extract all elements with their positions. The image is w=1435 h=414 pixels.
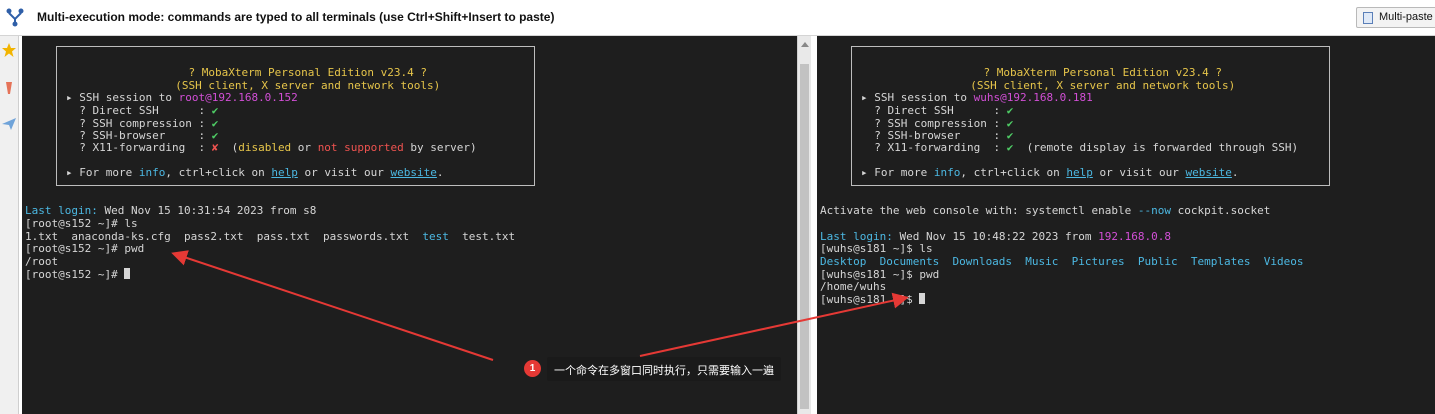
annotation-callout: 一个命令在多窗口同时执行，只需要输入一遍 — [547, 357, 781, 381]
arrow-to-left-prompt — [171, 250, 494, 361]
annotation-badge: 1 — [524, 360, 541, 377]
annotation-arrows — [171, 250, 909, 361]
arrow-to-right-prompt — [639, 292, 909, 357]
annotation-text: 一个命令在多窗口同时执行，只需要输入一遍 — [554, 364, 774, 377]
